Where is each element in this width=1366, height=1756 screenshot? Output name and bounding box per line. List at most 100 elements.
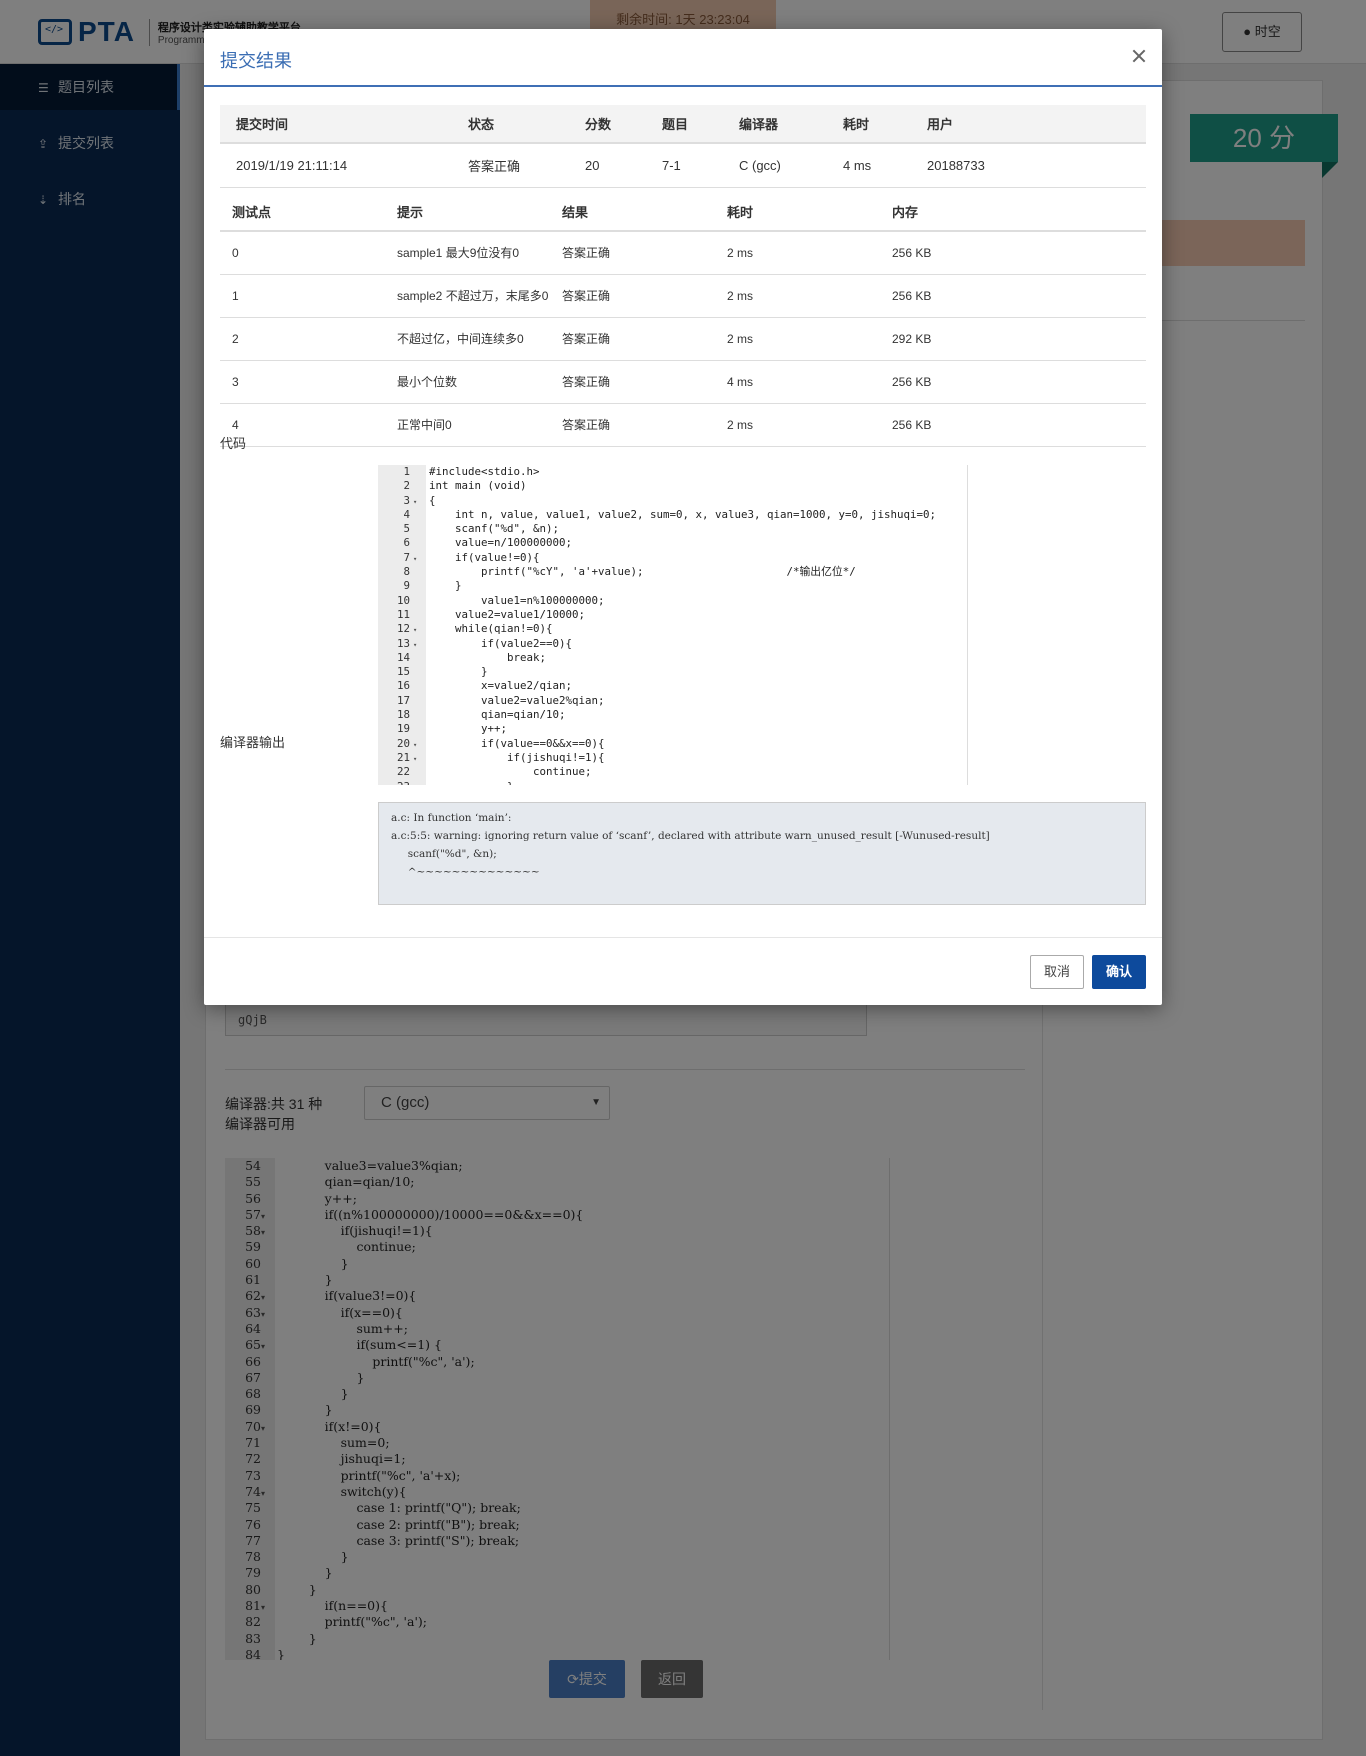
submitted-code-viewer[interactable]: 1 #include<stdio.h> 2 int main (void) 3 ▾{4 i… [378, 465, 968, 785]
table-cell: 正常中间0 [385, 403, 550, 447]
line-number: 15 [396, 665, 410, 679]
code-line: 20 ▾ if(value==0&&x==0){ [378, 737, 967, 751]
table-cell: 292 KB [880, 317, 1146, 361]
fold-toggle-icon[interactable]: ▾ [410, 623, 424, 637]
table-cell: sample1 最大9位没有0 [385, 231, 550, 275]
line-number: 13 [396, 636, 410, 650]
table-cell: 3 [220, 360, 385, 404]
submission-result-dialog: 提交结果 提交时间 状态 分数 题目 编译器 耗时 用户 2019/1/19 21:11:1… [204, 29, 1162, 1005]
compiler-output-label: 编译器输出 [220, 735, 286, 750]
code-line: 23 } [378, 780, 967, 785]
code-line: 4 int n, value, value1, value2, sum=0, x… [378, 508, 967, 522]
code-text: { [429, 493, 436, 507]
fold-toggle-icon[interactable]: ▾ [410, 638, 424, 652]
code-text: scanf("%d", &n); [429, 522, 560, 536]
code-line: 5 scanf("%d", &n); [378, 522, 967, 536]
table-cell: 2 ms [715, 317, 880, 361]
code-line: 7 ▾ if(value!=0){ [378, 551, 967, 565]
code-text: value2=value1/10000; [429, 607, 586, 621]
line-number: 17 [396, 693, 410, 707]
confirm-button[interactable]: 确认 [1092, 955, 1146, 989]
column-header: 编译器 [723, 105, 827, 144]
code-line: 12 ▾ while(qian!=0){ [378, 622, 967, 636]
test-case-table: 测试点 提示 结果 耗时 内存 0 sample1 最大9位没有0 答案正确 2 ms 256 … [220, 193, 1146, 447]
table-cell: 256 KB [880, 231, 1146, 275]
code-text: #include<stdio.h> [429, 465, 540, 478]
code-text: x=value2/qian; [429, 679, 573, 693]
dialog-header: 提交结果 [204, 29, 1162, 87]
table-row: 1 sample2 不超过万，末尾多0 答案正确 2 ms 256 KB [220, 274, 1146, 318]
column-header: 用户 [911, 105, 1146, 144]
table-row: 4 正常中间0 答案正确 2 ms 256 KB [220, 403, 1146, 447]
table-cell: 4 ms [715, 360, 880, 404]
code-line: 16 x=value2/qian; [378, 679, 967, 693]
table-row: 2019/1/19 21:11:14 答案正确 20 7-1 C (gcc) 4 ms 20… [220, 143, 1146, 188]
code-line: 2 int main (void) [378, 479, 967, 493]
line-number: 16 [396, 679, 410, 693]
code-text: break; [429, 650, 547, 664]
result-cell: 答案正确 [550, 317, 715, 361]
table-row: 0 sample1 最大9位没有0 答案正确 2 ms 256 KB [220, 231, 1146, 275]
table-row: 2 不超过亿，中间连续多0 答案正确 2 ms 292 KB [220, 317, 1146, 361]
dialog-footer-divider [204, 937, 1162, 938]
table-cell: 2 ms [715, 403, 880, 447]
line-number: 21 [396, 750, 410, 764]
code-text: value1=n%100000000; [429, 593, 605, 607]
code-text: int n, value, value1, value2, sum=0, x, … [429, 507, 937, 521]
fold-toggle-icon[interactable]: ▾ [410, 752, 424, 766]
close-icon[interactable] [1132, 49, 1146, 63]
line-number: 11 [396, 607, 410, 621]
fold-toggle-icon[interactable]: ▾ [410, 495, 424, 509]
code-line: 1 #include<stdio.h> [378, 465, 967, 479]
line-number: 10 [396, 593, 410, 607]
table-cell: 256 KB [880, 360, 1146, 404]
result-cell: 答案正确 [550, 231, 715, 275]
table-header-row: 测试点 提示 结果 耗时 内存 [220, 193, 1146, 232]
code-text: } [429, 780, 514, 785]
column-header: 提示 [385, 193, 550, 232]
code-line: 15 } [378, 665, 967, 679]
code-text: printf("%cY", 'a'+value); /*输出亿位*/ [429, 565, 856, 579]
column-header: 结果 [550, 193, 715, 232]
code-text: value2=value2%qian; [429, 693, 605, 707]
table-header-row: 提交时间 状态 分数 题目 编译器 耗时 用户 [220, 105, 1146, 144]
cancel-button[interactable]: 取消 [1030, 955, 1084, 989]
code-text: if(value2==0){ [429, 636, 573, 650]
line-number: 5 [403, 522, 410, 536]
code-line: 11 value2=value1/10000; [378, 608, 967, 622]
result-cell: 答案正确 [550, 403, 715, 447]
table-cell: 2 ms [715, 274, 880, 318]
column-header: 题目 [646, 105, 723, 144]
table-cell: 20 [569, 143, 646, 188]
code-line: 19 y++; [378, 722, 967, 736]
table-row: 3 最小个位数 答案正确 4 ms 256 KB [220, 360, 1146, 404]
result-cell: 答案正确 [550, 274, 715, 318]
line-number: 6 [403, 536, 410, 550]
code-line: 13 ▾ if(value2==0){ [378, 637, 967, 651]
code-text: qian=qian/10; [429, 708, 566, 722]
line-number: 19 [396, 722, 410, 736]
table-cell: C (gcc) [723, 143, 827, 188]
code-line: 3 ▾ { [378, 494, 967, 508]
submission-summary-table: 提交时间 状态 分数 题目 编译器 耗时 用户 2019/1/19 21:11:14 答案正确… [220, 105, 1146, 188]
column-header: 测试点 [220, 193, 385, 232]
code-text: if(value==0&&x==0){ [429, 736, 605, 750]
line-number: 3 [403, 493, 410, 507]
fold-toggle-icon[interactable]: ▾ [410, 738, 424, 752]
line-number: 22 [396, 765, 410, 779]
line-number: 2 [403, 479, 410, 493]
line-number: 12 [396, 622, 410, 636]
code-label: 代码 [220, 436, 247, 451]
line-number: 14 [396, 650, 410, 664]
fold-toggle-icon[interactable]: ▾ [410, 552, 424, 566]
compiler-output-textarea[interactable]: a.c: In function ‘main’: a.c:5:5: warnin… [378, 802, 1146, 905]
code-text: continue; [429, 765, 592, 779]
table-cell: 0 [220, 231, 385, 275]
code-line: 22 continue; [378, 765, 967, 779]
table-cell: 不超过亿，中间连续多0 [385, 317, 550, 361]
code-text: while(qian!=0){ [429, 622, 553, 636]
table-cell: 4 ms [827, 143, 911, 188]
line-number: 4 [403, 507, 410, 521]
line-number: 20 [396, 736, 410, 750]
line-number: 18 [396, 708, 410, 722]
